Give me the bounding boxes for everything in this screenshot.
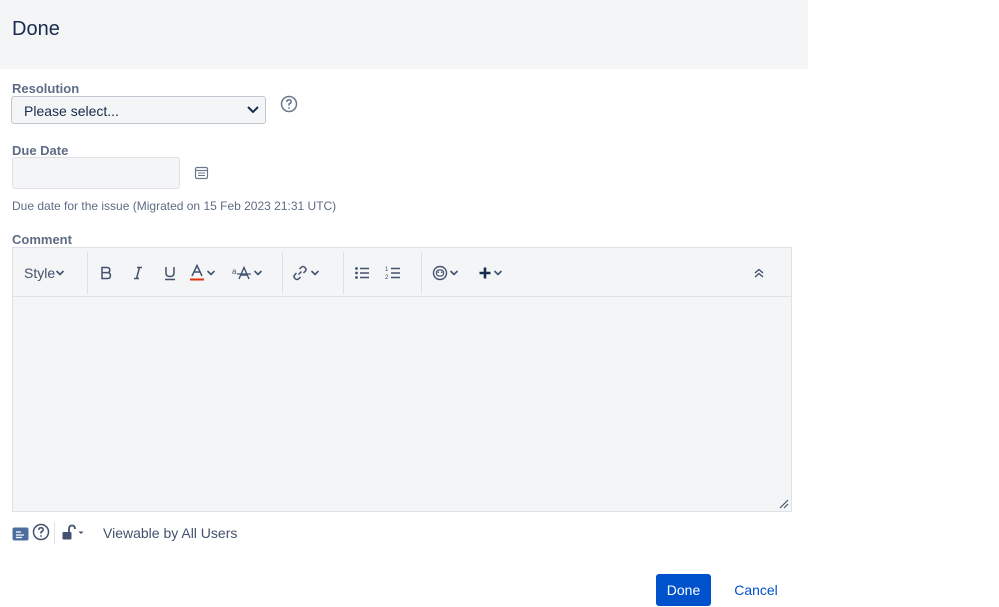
style-dropdown[interactable]: Style	[24, 262, 65, 284]
text-mode-icon[interactable]	[12, 527, 29, 541]
comment-label: Comment	[12, 232, 72, 247]
collapse-toolbar-icon	[753, 267, 765, 279]
due-date-description: Due date for the issue (Migrated on 15 F…	[12, 199, 336, 213]
bold-icon	[99, 265, 113, 281]
chevron-down-icon	[55, 269, 65, 277]
dialog-header: Done	[0, 0, 808, 69]
numbered-list-button[interactable]: 1 2	[385, 262, 401, 284]
toolbar-divider	[343, 252, 344, 294]
resolution-select[interactable]: Please select...	[11, 96, 266, 124]
svg-text:a: a	[232, 267, 237, 276]
resize-grip-icon[interactable]	[779, 499, 789, 509]
comment-editor: Style	[12, 247, 792, 512]
editor-toolbar: Style	[13, 248, 791, 297]
bold-button[interactable]	[99, 262, 113, 284]
text-effects-icon: a	[232, 265, 252, 281]
underline-icon	[163, 265, 177, 281]
footer-divider	[54, 522, 55, 544]
due-date-input[interactable]	[12, 157, 180, 189]
chevron-down-icon	[205, 269, 217, 277]
visibility-label: Viewable by All Users	[103, 525, 237, 541]
chevron-down-icon	[448, 269, 460, 277]
emoji-button[interactable]	[432, 262, 460, 284]
dialog-title: Done	[12, 18, 60, 41]
bullet-list-button[interactable]	[354, 262, 370, 284]
link-icon	[291, 264, 309, 282]
numbered-list-icon: 1 2	[385, 265, 401, 281]
svg-text:1: 1	[385, 267, 389, 273]
italic-button[interactable]	[131, 262, 145, 284]
visibility-dropdown[interactable]	[62, 522, 86, 542]
unlock-icon	[62, 524, 76, 541]
help-icon[interactable]	[32, 523, 50, 541]
text-color-button[interactable]	[189, 262, 217, 284]
comment-textarea[interactable]	[13, 297, 791, 511]
text-effects-button[interactable]: a	[232, 262, 264, 284]
bullet-list-icon	[354, 265, 370, 281]
resolution-selected-value: Please select...	[24, 103, 119, 119]
text-color-icon	[189, 264, 205, 282]
caret-down-icon	[76, 528, 86, 536]
resolution-label: Resolution	[12, 81, 79, 96]
toolbar-divider	[421, 252, 422, 294]
underline-button[interactable]	[163, 262, 177, 284]
toolbar-divider	[282, 252, 283, 294]
help-icon[interactable]	[280, 95, 298, 113]
emoji-icon	[432, 265, 448, 281]
collapse-toolbar-button[interactable]	[753, 262, 765, 284]
insert-more-button[interactable]	[478, 262, 504, 284]
chevron-down-icon	[247, 105, 259, 115]
calendar-icon[interactable]	[194, 165, 209, 180]
italic-icon	[131, 265, 145, 281]
chevron-down-icon	[492, 269, 504, 277]
comment-footer: Viewable by All Users	[12, 522, 412, 544]
toolbar-divider	[87, 252, 88, 294]
style-dropdown-label: Style	[24, 265, 55, 281]
chevron-down-icon	[309, 269, 321, 277]
due-date-label: Due Date	[12, 143, 68, 158]
cancel-button[interactable]: Cancel	[727, 574, 785, 606]
done-button[interactable]: Done	[656, 574, 711, 606]
svg-text:2: 2	[385, 275, 389, 281]
chevron-down-icon	[252, 269, 264, 277]
link-button[interactable]	[291, 262, 321, 284]
insert-more-icon	[478, 266, 492, 280]
